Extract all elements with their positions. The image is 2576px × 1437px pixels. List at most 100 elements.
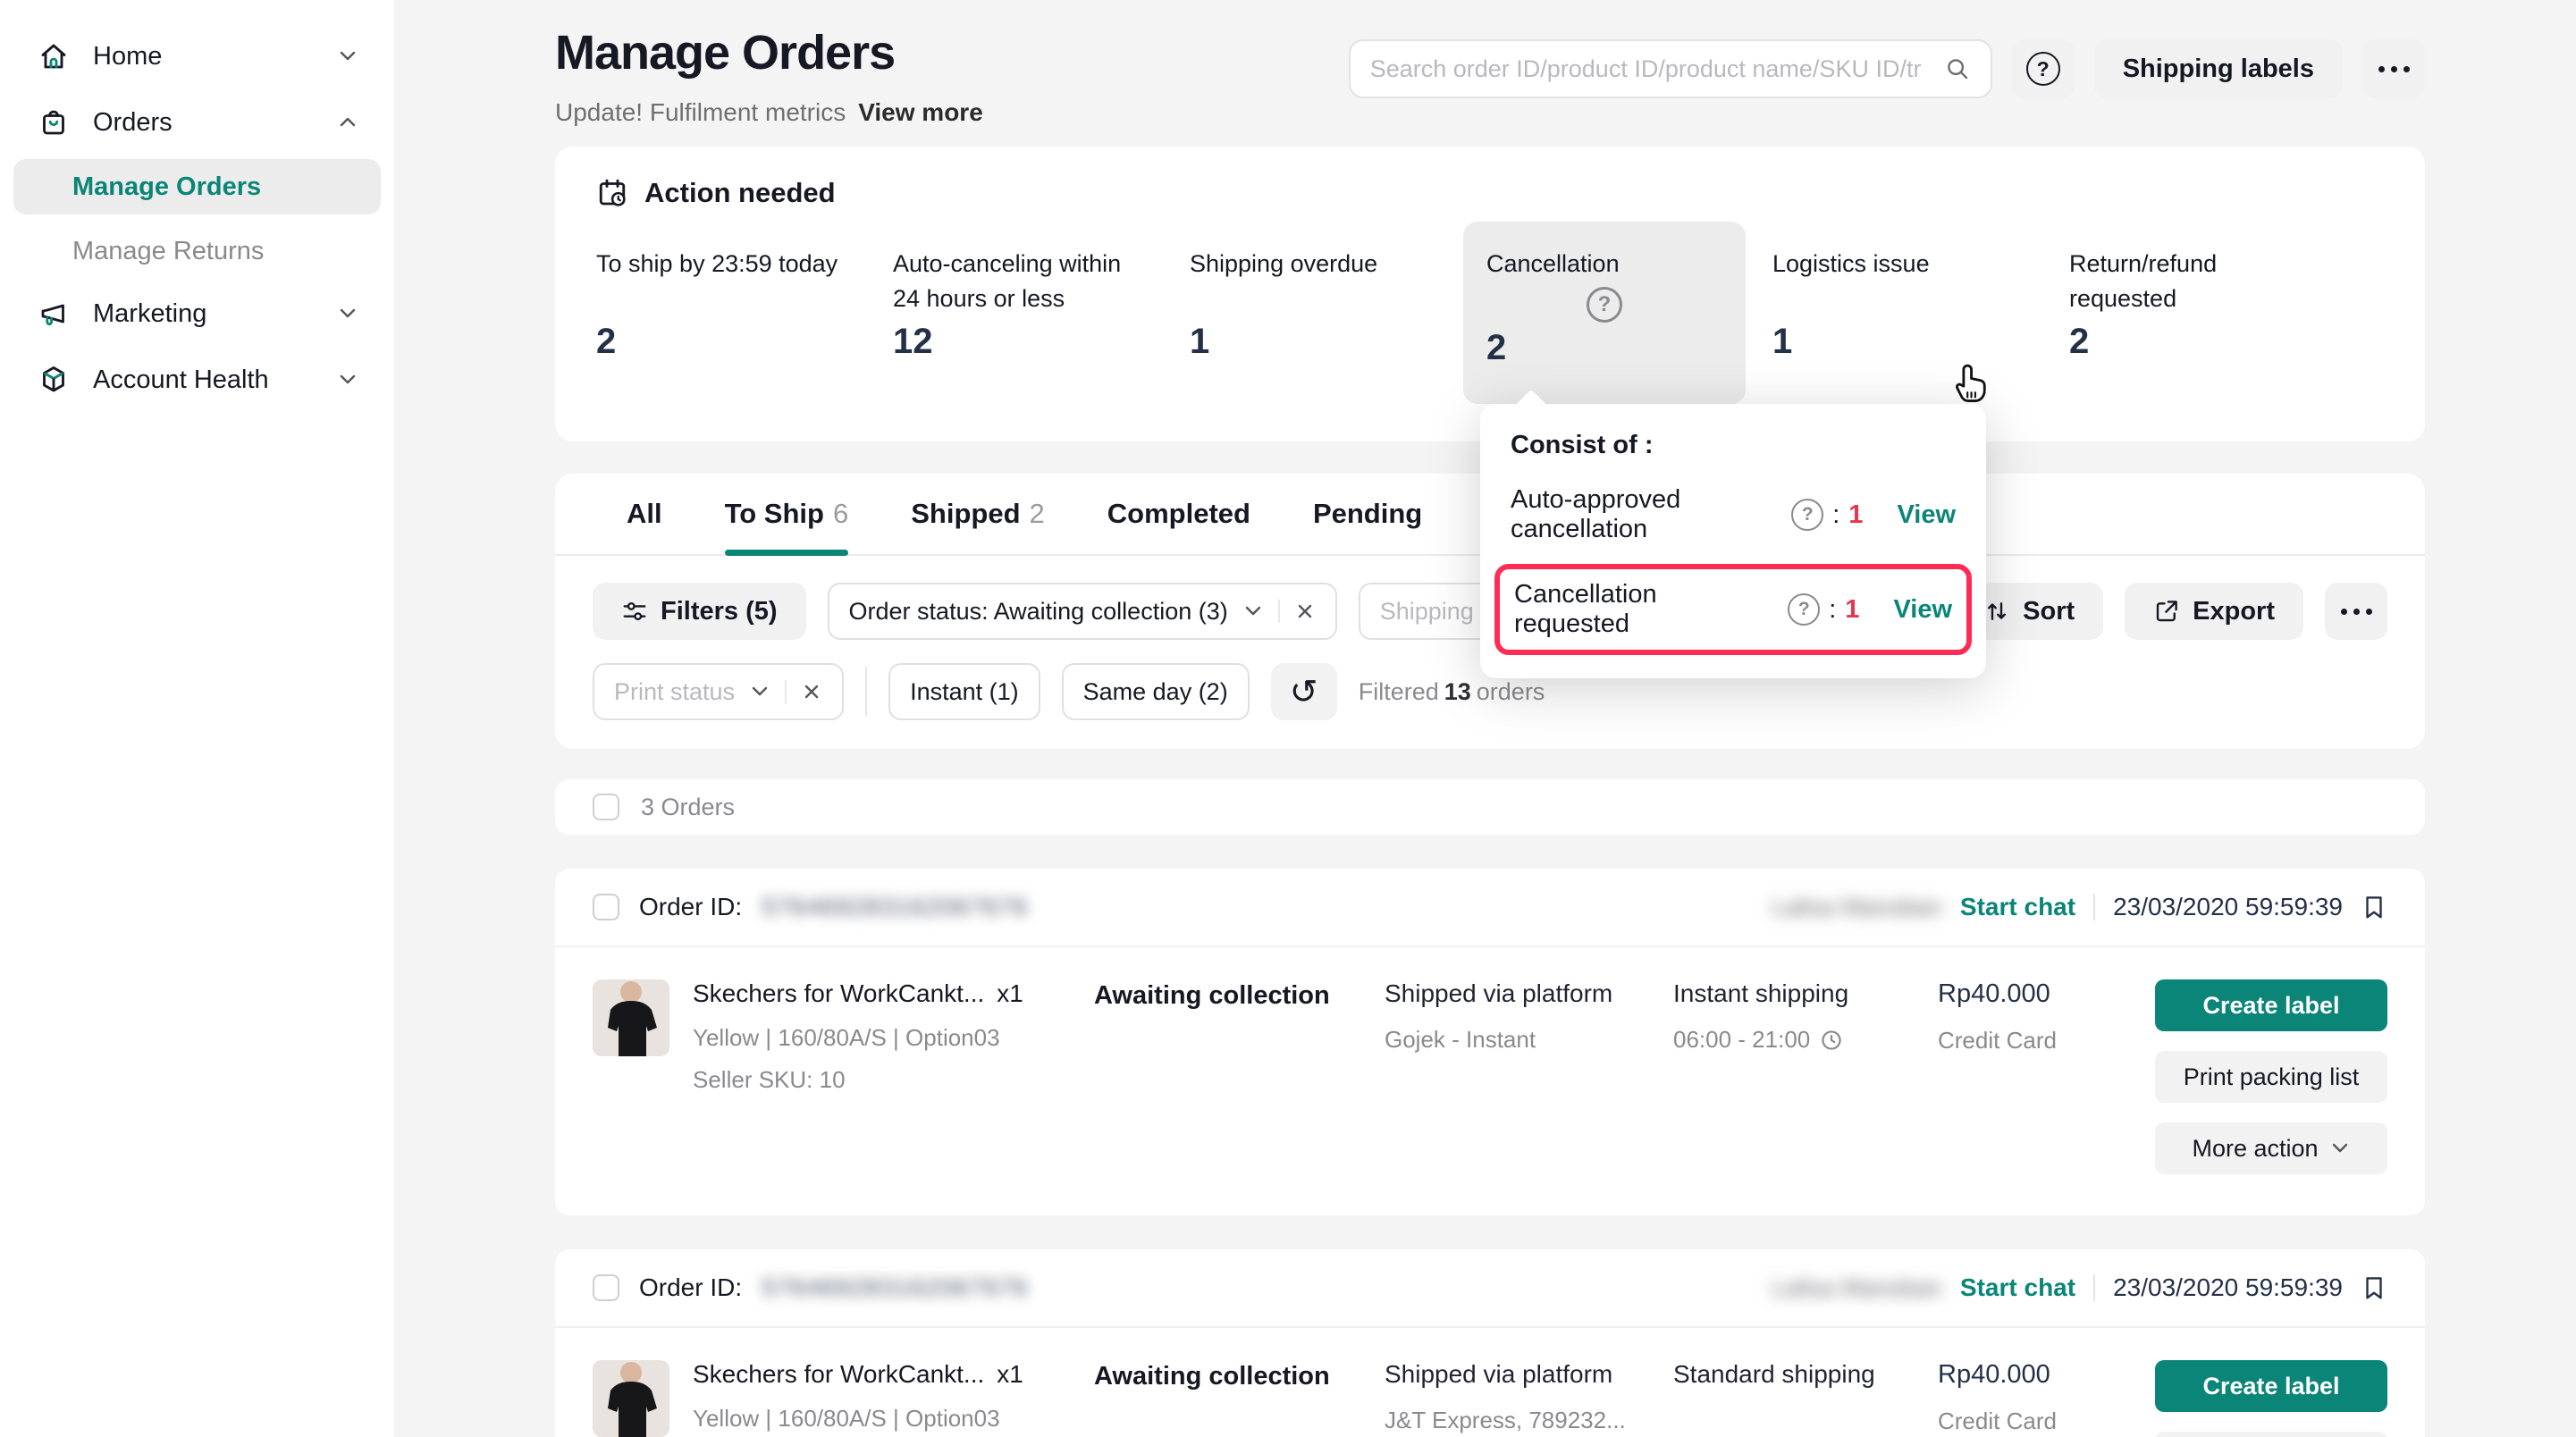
reset-filters-button[interactable]: ↺ <box>1271 663 1337 720</box>
order-checkbox[interactable] <box>593 1274 619 1301</box>
metric-logistics-issue[interactable]: Logistics issue 1 <box>1772 222 2069 362</box>
more-list-options-button[interactable] <box>2325 583 2387 640</box>
order-checkbox[interactable] <box>593 894 619 920</box>
start-chat-link[interactable]: Start chat <box>1960 893 2075 921</box>
order-actions: Create label Print packing list More act… <box>2155 979 2387 1174</box>
product-name[interactable]: Skechers for WorkCankt... <box>693 979 984 1008</box>
action-needed-card: Action needed To ship by 23:59 today 2 A… <box>555 147 2425 441</box>
product-name-row: Skechers for WorkCankt... x1 <box>693 1360 1023 1389</box>
help-icon[interactable]: ? <box>1791 499 1823 531</box>
metric-value: 1 <box>1190 322 1486 362</box>
bookmark-icon[interactable] <box>2361 894 2387 920</box>
filters-icon <box>621 598 648 625</box>
shipping-carrier: Gojek - Instant <box>1385 1026 1536 1054</box>
product-name-row: Skechers for WorkCankt... x1 <box>693 979 1023 1008</box>
sidebar-item-marketing[interactable]: Marketing <box>0 284 394 343</box>
view-link[interactable]: View <box>1893 595 1952 625</box>
view-link[interactable]: View <box>1897 500 1956 530</box>
order-header: Order ID: 576469283162067676 Lalisa Mano… <box>555 1249 2425 1328</box>
tab-pending[interactable]: Pending <box>1313 474 1422 554</box>
more-icon <box>2341 609 2372 615</box>
undo-icon: ↺ <box>1290 672 1318 712</box>
tab-all[interactable]: All <box>627 474 662 554</box>
order-total: Rp40.000 <box>1938 979 2153 1009</box>
product-sku: Seller SKU: 10 <box>693 1066 1023 1094</box>
search-icon <box>1944 55 1971 82</box>
update-text: Update! Fulfilment metrics <box>555 98 846 126</box>
product-image <box>593 979 669 1056</box>
sidebar-item-label: Manage Returns <box>72 237 264 266</box>
list-tools: Sort Export <box>1955 583 2387 640</box>
shipping-window: 06:00 - 21:00 <box>1673 1026 1810 1054</box>
order-id-label: Order ID: <box>639 893 742 921</box>
order-status-filter-chip[interactable]: Order status: Awaiting collection (3) <box>828 583 1337 640</box>
same-day-filter-chip[interactable]: Same day (2) <box>1062 663 1250 720</box>
select-all-checkbox[interactable] <box>593 794 619 820</box>
metrics-row: To ship by 23:59 today 2 Auto-canceling … <box>596 222 2384 404</box>
metric-return-refund[interactable]: Return/refund requested 2 <box>2069 222 2366 362</box>
more-icon <box>2378 66 2410 72</box>
create-label-button[interactable]: Create label <box>2155 979 2387 1031</box>
metric-shipping-overdue[interactable]: Shipping overdue 1 <box>1190 222 1486 362</box>
print-packing-list-button[interactable]: Print packing list <box>2155 1051 2387 1103</box>
divider <box>785 680 787 703</box>
sidebar-item-account-health[interactable]: Account Health <box>0 350 394 409</box>
start-chat-link[interactable]: Start chat <box>1960 1273 2075 1302</box>
sidebar-item-home[interactable]: Home <box>0 27 394 86</box>
tab-completed[interactable]: Completed <box>1107 474 1250 554</box>
sidebar-item-label: Orders <box>93 108 173 138</box>
order-body: Skechers for WorkCankt... x1 Yellow | 16… <box>555 1328 2425 1437</box>
cube-icon <box>38 364 70 396</box>
action-needed-title: Action needed <box>644 177 836 209</box>
orders-bag-icon <box>38 106 70 139</box>
filters-button[interactable]: Filters (5) <box>593 583 806 640</box>
clear-filter-icon[interactable] <box>1294 601 1316 622</box>
product-thumbnail[interactable] <box>593 1360 669 1437</box>
view-more-link[interactable]: View more <box>858 98 983 126</box>
bookmark-icon[interactable] <box>2361 1274 2387 1301</box>
divider <box>2093 894 2095 920</box>
metric-cancellation[interactable]: Cancellation ? 2 <box>1463 222 1746 404</box>
shipping-labels-button[interactable]: Shipping labels <box>2094 39 2343 98</box>
chevron-up-icon <box>337 112 358 133</box>
product-thumbnail[interactable] <box>593 979 669 1056</box>
product-name[interactable]: Skechers for WorkCankt... <box>693 1360 984 1389</box>
tab-to-ship[interactable]: To Ship6 <box>725 474 849 554</box>
metric-to-ship[interactable]: To ship by 23:59 today 2 <box>596 222 893 362</box>
export-button[interactable]: Export <box>2125 583 2303 640</box>
sidebar-item-orders[interactable]: Orders <box>0 93 394 152</box>
sidebar-item-manage-orders[interactable]: Manage Orders <box>13 159 381 214</box>
tab-shipped[interactable]: Shipped2 <box>911 474 1045 554</box>
product-qty: x1 <box>997 1360 1023 1389</box>
help-icon[interactable]: ? <box>1587 287 1622 323</box>
print-status-filter-chip[interactable]: Print status <box>593 663 844 720</box>
clock-icon <box>1819 1028 1844 1053</box>
chevron-down-icon <box>337 369 358 391</box>
chevron-down-icon <box>749 681 770 702</box>
cancellation-popup: Consist of : Auto-approved cancellation … <box>1480 404 1986 678</box>
more-options-button[interactable] <box>2362 39 2425 98</box>
clear-filter-icon[interactable] <box>801 681 822 702</box>
divider <box>1278 600 1280 623</box>
metric-value: 2 <box>596 322 893 362</box>
sidebar-item-label: Account Health <box>93 366 269 395</box>
chevron-down-icon <box>1242 601 1264 622</box>
instant-filter-chip[interactable]: Instant (1) <box>888 663 1040 720</box>
page-title: Manage Orders <box>555 25 983 80</box>
search-input[interactable] <box>1370 55 1944 83</box>
popup-row-cancellation-requested: Cancellation requested ? : 1 View <box>1494 564 1972 655</box>
search-box[interactable] <box>1349 39 1992 98</box>
popup-row-label: Cancellation requested <box>1514 580 1777 639</box>
order-total: Rp40.000 <box>1938 1360 2153 1390</box>
print-packing-list-button[interactable]: Print packing list <box>2155 1432 2387 1437</box>
sidebar-item-manage-returns[interactable]: Manage Returns <box>0 223 394 279</box>
buyer-name-blurred: Lalisa Manoban <box>1772 894 1942 921</box>
metric-auto-canceling[interactable]: Auto-canceling within 24 hours or less 1… <box>893 222 1190 362</box>
product-qty: x1 <box>997 979 1023 1008</box>
popup-title: Consist of : <box>1511 431 1956 460</box>
help-button[interactable]: ? <box>2012 39 2075 98</box>
help-icon[interactable]: ? <box>1788 593 1820 626</box>
more-action-button[interactable]: More action <box>2155 1122 2387 1174</box>
create-label-button[interactable]: Create label <box>2155 1360 2387 1412</box>
export-icon <box>2153 598 2180 625</box>
